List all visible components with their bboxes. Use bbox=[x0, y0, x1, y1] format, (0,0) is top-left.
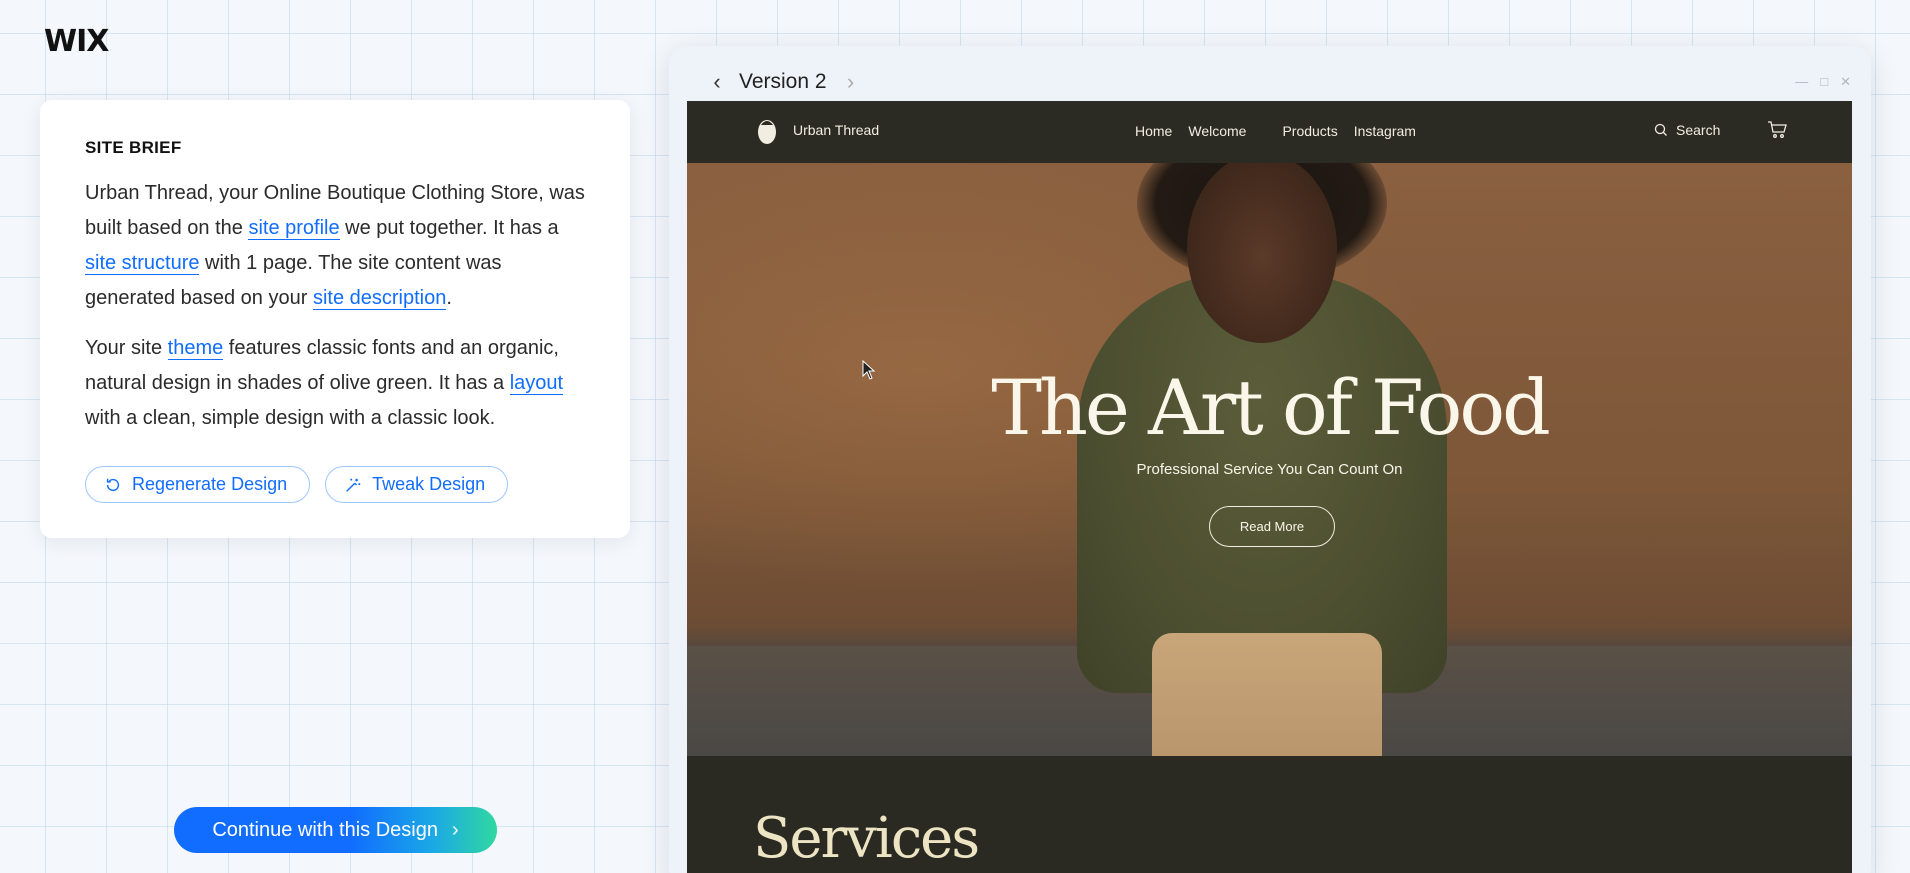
brief-paragraph-2: Your site theme features classic fonts a… bbox=[85, 331, 585, 436]
brief-actions: Regenerate Design Tweak Design bbox=[85, 466, 585, 503]
cart-icon[interactable] bbox=[1767, 119, 1789, 139]
preview-window: ‹ Version 2 › — □ ✕ Urban Thread Home We… bbox=[669, 46, 1871, 873]
mouse-cursor-icon bbox=[862, 360, 876, 380]
hero-subtitle: Professional Service You Can Count On bbox=[1136, 461, 1403, 478]
site-logo-icon bbox=[758, 120, 776, 144]
brief-text: Your site bbox=[85, 337, 168, 359]
site-structure-link[interactable]: site structure bbox=[85, 252, 200, 275]
brief-title: SITE BRIEF bbox=[85, 138, 182, 157]
refresh-icon bbox=[106, 478, 120, 491]
search-icon bbox=[1654, 123, 1667, 136]
layout-link[interactable]: layout bbox=[509, 372, 564, 395]
site-nav-instagram[interactable]: Instagram bbox=[1354, 123, 1416, 139]
site-nav-products[interactable]: Products bbox=[1282, 123, 1337, 139]
site-nav-welcome[interactable]: Welcome bbox=[1188, 123, 1246, 139]
brief-paragraph-1: Urban Thread, your Online Boutique Cloth… bbox=[85, 176, 585, 316]
minimize-icon[interactable]: — bbox=[1795, 74, 1808, 90]
site-nav: Home Welcome Products Instagram bbox=[1135, 123, 1416, 139]
theme-link[interactable]: theme bbox=[167, 337, 224, 360]
site-search[interactable]: Search bbox=[1654, 122, 1720, 138]
regenerate-design-button[interactable]: Regenerate Design bbox=[85, 466, 311, 503]
hero-section: The Art of Food Professional Service You… bbox=[687, 163, 1852, 756]
wix-logo: WIX bbox=[44, 24, 109, 59]
site-profile-link[interactable]: site profile bbox=[248, 217, 340, 240]
site-preview: Urban Thread Home Welcome Products Insta… bbox=[687, 101, 1852, 873]
previous-version-button[interactable]: ‹ bbox=[705, 69, 729, 94]
brief-text: with a clean, simple design with a class… bbox=[85, 407, 496, 429]
site-brief-card: SITE BRIEF Urban Thread, your Online Bou… bbox=[40, 100, 630, 538]
tweak-design-label: Tweak Design bbox=[372, 474, 486, 494]
site-header: Urban Thread Home Welcome Products Insta… bbox=[687, 101, 1852, 163]
continue-label: Continue with this Design bbox=[212, 818, 438, 841]
preview-toolbar: ‹ Version 2 › — □ ✕ bbox=[705, 60, 1851, 104]
version-label: Version 2 bbox=[739, 70, 827, 93]
continue-with-design-button[interactable]: Continue with this Design › bbox=[174, 807, 497, 853]
site-nav-home[interactable]: Home bbox=[1135, 123, 1172, 139]
window-controls: — □ ✕ bbox=[1795, 74, 1851, 90]
close-icon[interactable]: ✕ bbox=[1840, 74, 1851, 90]
tweak-design-button[interactable]: Tweak Design bbox=[325, 466, 509, 503]
hero-model-pants bbox=[1152, 633, 1382, 756]
site-name[interactable]: Urban Thread bbox=[793, 122, 879, 138]
brief-text: we put together. It has a bbox=[339, 217, 559, 239]
next-version-button[interactable]: › bbox=[839, 69, 863, 94]
services-title: Services bbox=[753, 806, 980, 871]
magic-wand-icon bbox=[346, 478, 361, 492]
brief-text: . bbox=[446, 287, 452, 309]
chevron-right-icon: › bbox=[452, 818, 459, 841]
site-description-link[interactable]: site description bbox=[312, 287, 447, 310]
read-more-button[interactable]: Read More bbox=[1209, 506, 1335, 547]
search-label: Search bbox=[1676, 122, 1721, 138]
regenerate-design-label: Regenerate Design bbox=[132, 474, 288, 494]
maximize-icon[interactable]: □ bbox=[1820, 74, 1828, 90]
